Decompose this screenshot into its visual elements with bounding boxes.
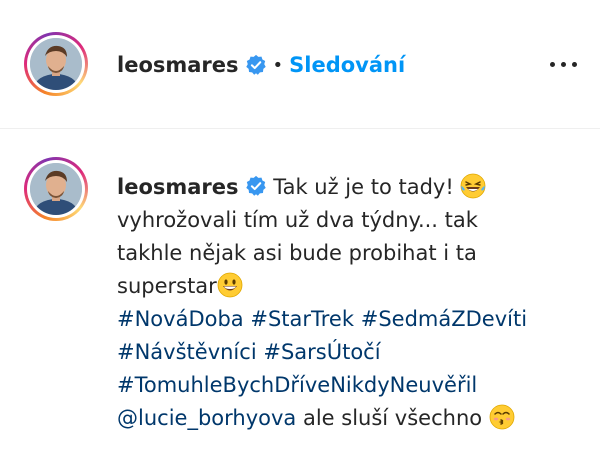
caption-username[interactable]: leosmares <box>117 175 239 199</box>
hashtag-link[interactable]: #StarTrek <box>250 307 354 331</box>
hashtag-link[interactable]: #TomuhleBychDříveNikdyNeuvěřil <box>117 373 477 397</box>
avatar-image <box>30 163 82 215</box>
verified-badge-icon <box>245 175 266 196</box>
caption-line-4: superstar <box>117 270 577 303</box>
mention-link[interactable]: @lucie_borhyova <box>117 406 296 430</box>
hashtag-line-3: #TomuhleBychDříveNikdyNeuvěřil <box>117 369 577 402</box>
post-header: leosmares • Sledování <box>0 0 600 129</box>
hashtag-link[interactable]: #SedmáZDevíti <box>361 307 527 331</box>
kissing-smiling-eyes-emoji-icon <box>489 404 515 430</box>
more-dot-1 <box>550 62 555 67</box>
caption-line-8: @lucie_borhyova ale sluší všechno <box>117 402 577 435</box>
post-username[interactable]: leosmares <box>117 53 239 77</box>
hashtag-link[interactable]: #SarsÚtočí <box>263 340 380 364</box>
caption-line-2: vyhrožovali tím už dva týdny... tak <box>117 208 478 232</box>
avatar-image <box>30 38 82 90</box>
hashtag-link[interactable]: #NováDoba <box>117 307 244 331</box>
more-dot-2 <box>561 62 566 67</box>
caption-avatar[interactable] <box>24 157 88 221</box>
hashtag-link[interactable]: #Návštěvníci <box>117 340 257 364</box>
caption-text-5: ale sluší všechno <box>302 406 483 430</box>
avatar-photo <box>30 163 82 215</box>
hashtag-line-2: #Návštěvníci #SarsÚtočí <box>117 336 577 369</box>
verified-badge-icon <box>245 54 266 75</box>
caption-line-3: takhle nějak asi bude probihat i ta <box>117 241 477 265</box>
post-header-line: leosmares • Sledování <box>117 50 405 80</box>
following-button[interactable]: Sledování <box>289 53 405 77</box>
separator-dot: • <box>272 54 284 76</box>
laughing-tears-emoji-icon <box>461 173 486 199</box>
more-dot-3 <box>572 62 577 67</box>
avatar[interactable] <box>24 32 88 96</box>
caption-line-1: leosmares Tak už je to tady! <box>117 171 577 204</box>
hashtag-line-1: #NováDoba #StarTrek #SedmáZDevíti <box>117 303 577 336</box>
avatar-photo <box>30 38 82 90</box>
caption-text: leosmares Tak už je to tady! vyhrožovali… <box>117 171 577 435</box>
caption-text-1: Tak už je to tady! <box>273 175 454 199</box>
more-options-icon[interactable] <box>546 55 580 75</box>
grinning-emoji-icon <box>217 272 243 298</box>
caption-text-4: superstar <box>117 274 217 298</box>
